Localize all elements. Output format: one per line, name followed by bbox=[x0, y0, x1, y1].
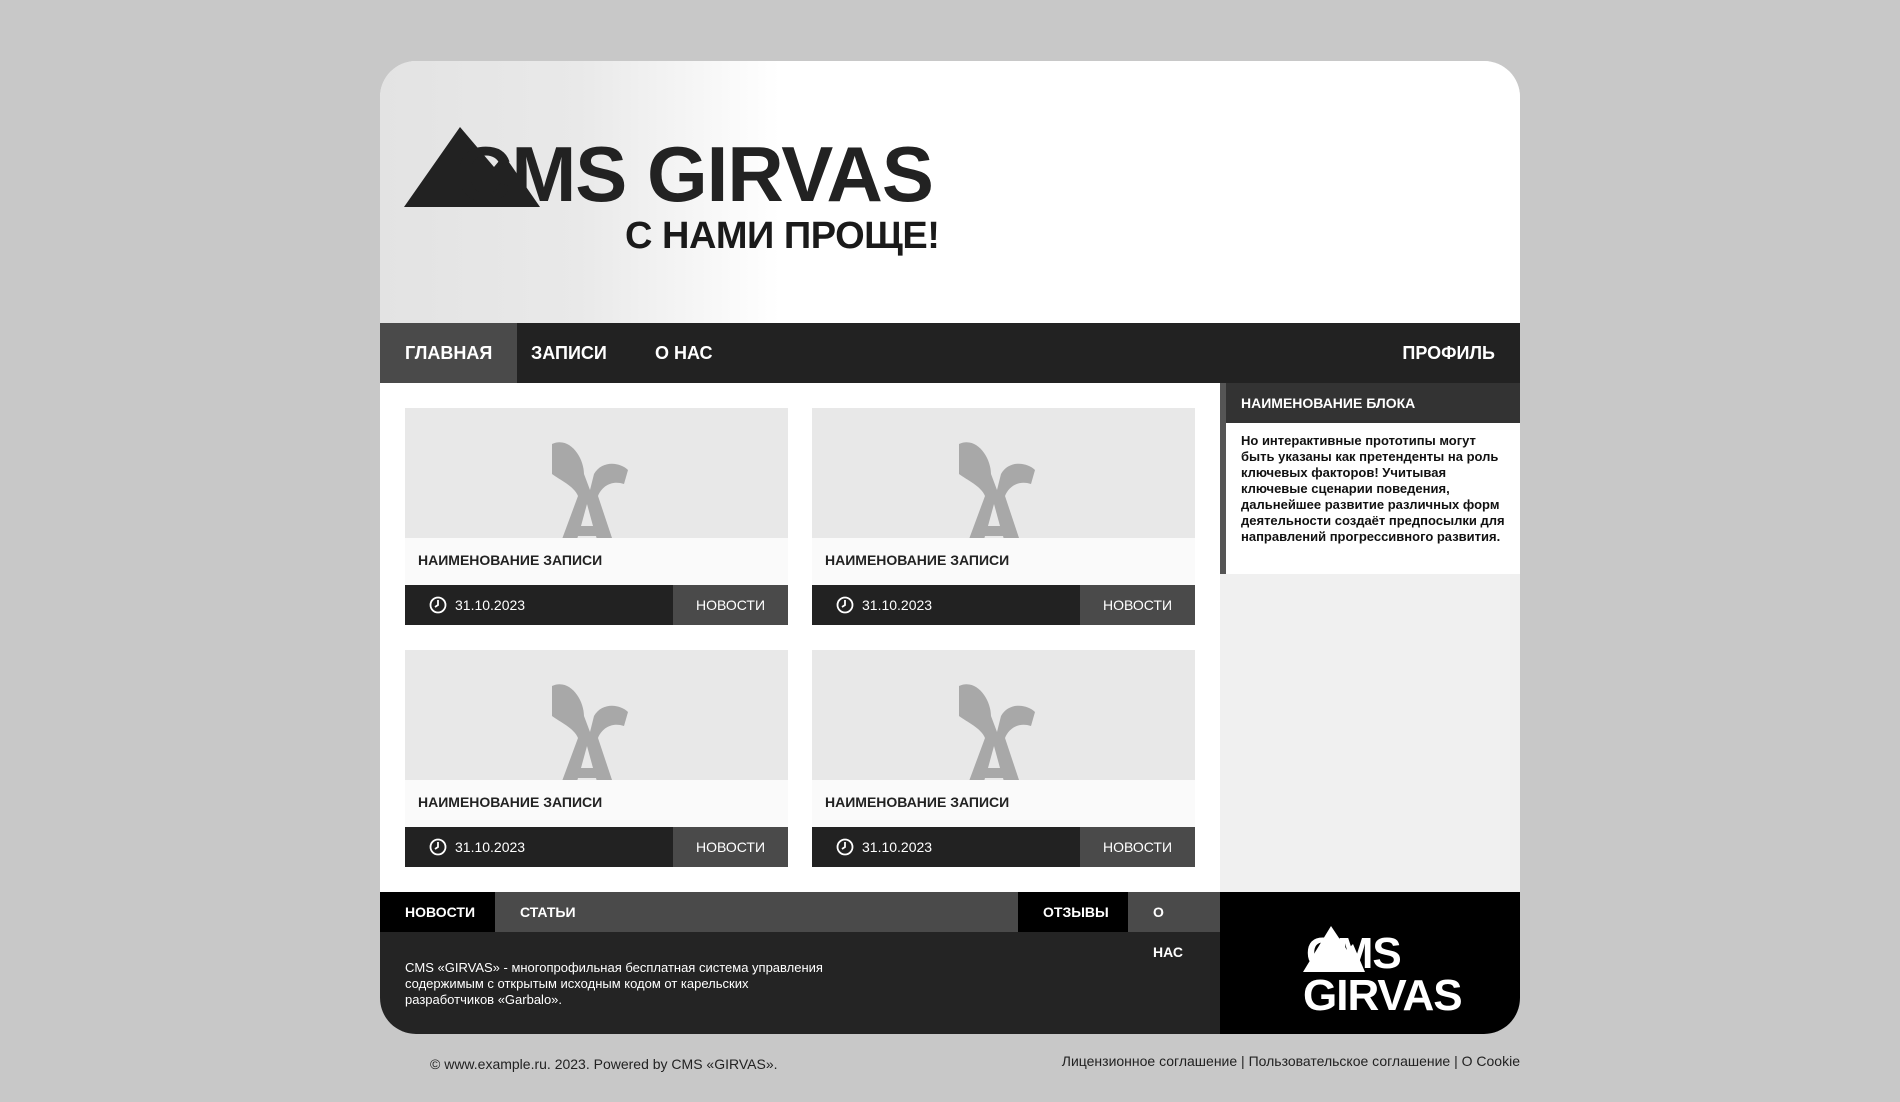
clock-icon bbox=[429, 596, 447, 614]
post-card[interactable]: НАИМЕНОВАНИЕ ЗАПИСИ 31.10.2023 НОВОСТИ bbox=[405, 650, 788, 867]
post-date: 31.10.2023 bbox=[862, 839, 933, 855]
post-title[interactable]: НАИМЕНОВАНИЕ ЗАПИСИ bbox=[825, 552, 1009, 568]
site-header: CMS GIRVAS С НАМИ ПРОЩЕ! bbox=[380, 61, 1520, 323]
clock-icon bbox=[429, 838, 447, 856]
post-title[interactable]: НАИМЕНОВАНИЕ ЗАПИСИ bbox=[418, 552, 602, 568]
nav-item-home[interactable]: ГЛАВНАЯ bbox=[380, 323, 518, 383]
placeholder-image-icon bbox=[959, 442, 1035, 538]
post-category[interactable]: НОВОСТИ bbox=[673, 827, 788, 867]
post-title-bar: НАИМЕНОВАНИЕ ЗАПИСИ bbox=[405, 538, 788, 585]
post-date: 31.10.2023 bbox=[455, 597, 526, 613]
site-logo[interactable]: CMS GIRVAS С НАМИ ПРОЩЕ! bbox=[404, 127, 940, 267]
post-category[interactable]: НОВОСТИ bbox=[1080, 585, 1195, 625]
post-meta: 31.10.2023 НОВОСТИ bbox=[812, 585, 1195, 625]
copyright: © www.example.ru. 2023. Powered by CMS «… bbox=[430, 1056, 778, 1072]
footer-logo-bottom: GIRVAS bbox=[1303, 971, 1463, 1020]
clock-icon bbox=[836, 596, 854, 614]
post-image[interactable] bbox=[812, 408, 1195, 538]
post-title[interactable]: НАИМЕНОВАНИЕ ЗАПИСИ bbox=[825, 794, 1009, 810]
footer-nav-about[interactable]: О НАС bbox=[1128, 892, 1220, 960]
footer-nav-reviews[interactable]: ОТЗЫВЫ bbox=[1018, 892, 1128, 932]
main-nav: ГЛАВНАЯ ЗАПИСИ О НАС ПРОФИЛЬ bbox=[380, 323, 1520, 383]
sidebar: НАИМЕНОВАНИЕ БЛОКА Но интерактивные прот… bbox=[1220, 383, 1520, 892]
post-meta: 31.10.2023 НОВОСТИ bbox=[812, 827, 1195, 867]
posts-grid: НАИМЕНОВАНИЕ ЗАПИСИ 31.10.2023 НОВОСТИ Н… bbox=[380, 383, 1220, 892]
logo-text: CMS GIRVAS bbox=[456, 130, 934, 218]
post-category[interactable]: НОВОСТИ bbox=[1080, 827, 1195, 867]
footer-logo[interactable]: CMS GIRVAS bbox=[1220, 892, 1520, 1034]
footer-description: CMS «GIRVAS» - многопрофильная бесплатна… bbox=[405, 960, 823, 1007]
footer-nav-articles[interactable]: СТАТЬИ bbox=[495, 892, 601, 932]
post-date: 31.10.2023 bbox=[862, 597, 933, 613]
footer-nav-news[interactable]: НОВОСТИ bbox=[380, 892, 495, 932]
footer-nav: НОВОСТИ СТАТЬИ ОТЗЫВЫ О НАС bbox=[380, 892, 1220, 960]
nav-item-about[interactable]: О НАС bbox=[630, 323, 738, 383]
post-meta: 31.10.2023 НОВОСТИ bbox=[405, 827, 788, 867]
nav-item-posts[interactable]: ЗАПИСИ bbox=[506, 323, 632, 383]
post-title[interactable]: НАИМЕНОВАНИЕ ЗАПИСИ bbox=[418, 794, 602, 810]
post-category[interactable]: НОВОСТИ bbox=[673, 585, 788, 625]
post-image[interactable] bbox=[812, 650, 1195, 780]
footer-logo-top: CMS bbox=[1306, 929, 1402, 978]
post-title-bar: НАИМЕНОВАНИЕ ЗАПИСИ bbox=[812, 538, 1195, 585]
post-meta: 31.10.2023 НОВОСТИ bbox=[405, 585, 788, 625]
placeholder-image-icon bbox=[552, 442, 628, 538]
site-container: CMS GIRVAS С НАМИ ПРОЩЕ! ГЛАВНАЯ ЗАПИСИ … bbox=[380, 61, 1520, 1034]
clock-icon bbox=[836, 838, 854, 856]
post-title-bar: НАИМЕНОВАНИЕ ЗАПИСИ bbox=[812, 780, 1195, 827]
post-date: 31.10.2023 bbox=[455, 839, 526, 855]
sidebar-block-title: НАИМЕНОВАНИЕ БЛОКА bbox=[1226, 383, 1520, 423]
nav-item-profile[interactable]: ПРОФИЛЬ bbox=[1377, 323, 1520, 383]
site-footer: НОВОСТИ СТАТЬИ ОТЗЫВЫ О НАС CMS «GIRVAS»… bbox=[380, 892, 1220, 1034]
post-card[interactable]: НАИМЕНОВАНИЕ ЗАПИСИ 31.10.2023 НОВОСТИ bbox=[405, 408, 788, 625]
placeholder-image-icon bbox=[552, 684, 628, 780]
post-card[interactable]: НАИМЕНОВАНИЕ ЗАПИСИ 31.10.2023 НОВОСТИ bbox=[812, 408, 1195, 625]
post-card[interactable]: НАИМЕНОВАНИЕ ЗАПИСИ 31.10.2023 НОВОСТИ bbox=[812, 650, 1195, 867]
legal-links[interactable]: Лицензионное соглашение | Пользовательск… bbox=[1062, 1053, 1520, 1069]
post-image[interactable] bbox=[405, 408, 788, 538]
sidebar-block-text: Но интерактивные прототипы могут быть ук… bbox=[1241, 433, 1505, 544]
post-image[interactable] bbox=[405, 650, 788, 780]
post-title-bar: НАИМЕНОВАНИЕ ЗАПИСИ bbox=[405, 780, 788, 827]
logo-tagline: С НАМИ ПРОЩЕ! bbox=[625, 215, 940, 257]
sidebar-block: НАИМЕНОВАНИЕ БЛОКА Но интерактивные прот… bbox=[1220, 383, 1520, 574]
placeholder-image-icon bbox=[959, 684, 1035, 780]
